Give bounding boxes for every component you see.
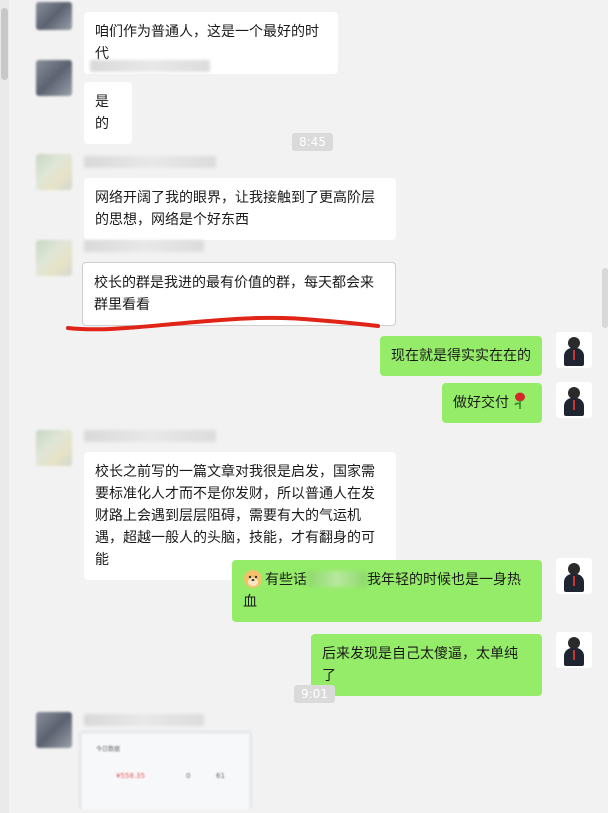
message-bubble[interactable]: 是的 (84, 82, 132, 144)
message-bubble-self[interactable]: 做好交付 (442, 383, 542, 423)
right-scrollbar-thumb[interactable] (602, 268, 608, 328)
timestamp: 9:01 (294, 685, 335, 703)
avatar[interactable] (36, 240, 72, 276)
image-thumbnail: 今日数据 ¥558.35 0 61 (82, 734, 249, 810)
sender-name (84, 240, 204, 252)
avatar[interactable] (36, 430, 72, 466)
image-title: 今日数据 (96, 746, 121, 753)
doge-emoji-icon (244, 570, 262, 588)
avatar-self[interactable] (556, 332, 592, 368)
message-text: 有些话 (265, 572, 307, 588)
image-value: 61 (216, 772, 225, 780)
sender-name (84, 156, 216, 168)
red-underline-annotation (66, 315, 380, 332)
timestamp: 8:45 (292, 133, 333, 151)
message-bubble[interactable]: 网络开阔了我的眼界，让我接触到了更高阶层的思想，网络是个好东西 (84, 178, 396, 240)
sender-name (90, 60, 210, 72)
avatar-self[interactable] (556, 382, 592, 418)
message-bubble-self[interactable]: 有些话 我年轻的时候也是一身热血 (232, 560, 542, 622)
image-value: ¥558.35 (116, 772, 145, 780)
avatar-self[interactable] (556, 558, 592, 594)
sender-name (84, 430, 216, 442)
rose-emoji-icon (514, 392, 525, 409)
avatar[interactable] (36, 154, 72, 190)
message-bubble-self[interactable]: 现在就是得实实在在的 (380, 336, 542, 376)
left-scrollbar[interactable] (0, 0, 9, 813)
image-message[interactable]: 今日数据 ¥558.35 0 61 (78, 730, 253, 810)
message-bubble-self[interactable]: 后来发现是自己太傻逼，太单纯了 (311, 634, 542, 696)
avatar[interactable] (36, 2, 72, 30)
redacted-text (307, 571, 367, 587)
image-value: 0 (186, 772, 191, 780)
avatar[interactable] (36, 712, 72, 748)
avatar[interactable] (36, 60, 72, 96)
message-text: 做好交付 (453, 395, 509, 411)
avatar-self[interactable] (556, 632, 592, 668)
left-scrollbar-thumb[interactable] (1, 8, 8, 80)
sender-name (84, 714, 204, 726)
